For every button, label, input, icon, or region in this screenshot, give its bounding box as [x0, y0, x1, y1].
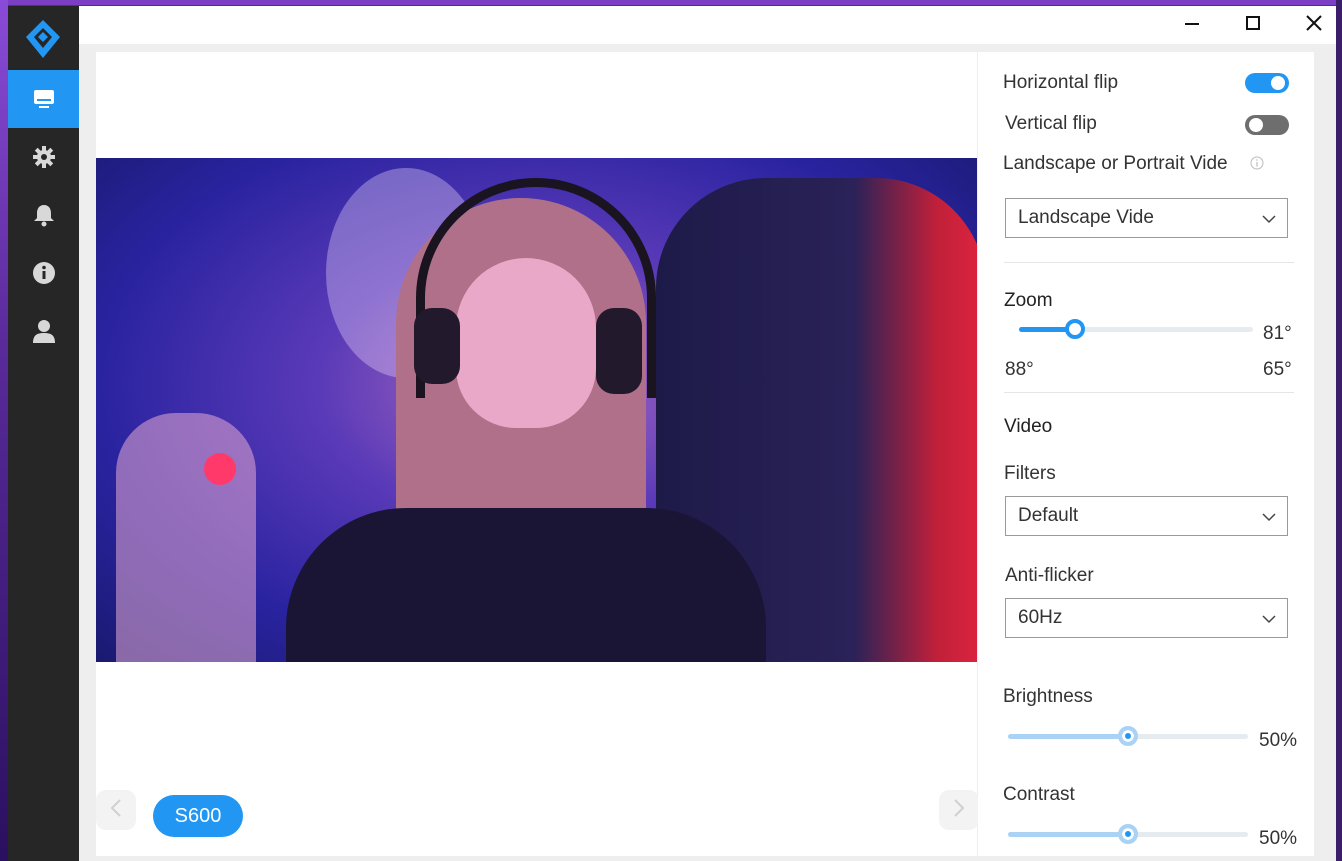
- filters-select-value: Default: [1018, 505, 1079, 526]
- minimize-button[interactable]: [1172, 10, 1212, 40]
- nav-item-notifications[interactable]: [8, 186, 79, 244]
- maximize-button[interactable]: [1233, 10, 1273, 40]
- brightness-label: Brightness: [1003, 686, 1093, 707]
- orientation-select-value: Landscape Vide: [1018, 207, 1154, 228]
- chevron-right-icon: [953, 798, 965, 823]
- title-bar: [79, 6, 1336, 44]
- previous-device-button[interactable]: [96, 790, 136, 830]
- vertical-flip-toggle[interactable]: [1245, 115, 1289, 135]
- settings-panel: Horizontal flip Vertical flip Landscape …: [978, 52, 1314, 856]
- chevron-down-icon: [1261, 611, 1277, 633]
- maximize-icon: [1245, 15, 1261, 36]
- nav-item-settings[interactable]: [8, 128, 79, 186]
- anti-flicker-select[interactable]: 60Hz: [1005, 598, 1288, 638]
- brightness-slider[interactable]: [1008, 724, 1248, 748]
- video-heading: Video: [1004, 416, 1053, 437]
- contrast-label: Contrast: [1003, 784, 1075, 805]
- nav-item-account[interactable]: [8, 302, 79, 360]
- nav-item-about[interactable]: [8, 244, 79, 302]
- toggle-knob: [1271, 76, 1285, 90]
- brightness-value: 50%: [1259, 730, 1298, 751]
- vertical-flip-label: Vertical flip: [1005, 113, 1097, 134]
- sidebar: [8, 6, 79, 861]
- anti-flicker-select-value: 60Hz: [1018, 607, 1063, 628]
- close-icon: [1305, 14, 1323, 37]
- orientation-label: Landscape or Portrait Vide: [1003, 153, 1228, 174]
- bell-icon: [33, 203, 55, 227]
- camera-video-feed: [96, 158, 977, 662]
- filters-label: Filters: [1004, 463, 1056, 484]
- gear-icon: [32, 145, 56, 169]
- zoom-slider[interactable]: [1019, 317, 1253, 341]
- orientation-select[interactable]: Landscape Vide: [1005, 198, 1288, 238]
- app-logo: [24, 18, 62, 60]
- user-icon: [32, 319, 56, 343]
- info-icon[interactable]: [1250, 156, 1264, 175]
- contrast-value: 50%: [1259, 828, 1298, 849]
- monitor-icon: [33, 89, 55, 109]
- zoom-value: 81°: [1263, 323, 1292, 344]
- next-device-button[interactable]: [939, 790, 979, 830]
- chevron-down-icon: [1261, 211, 1277, 233]
- info-icon: [32, 261, 56, 285]
- device-selector-chip[interactable]: S600: [153, 795, 243, 837]
- filters-select[interactable]: Default: [1005, 496, 1288, 536]
- horizontal-flip-toggle[interactable]: [1245, 73, 1289, 93]
- camera-preview-area: S600: [96, 52, 979, 856]
- minimize-icon: [1184, 15, 1200, 36]
- divider: [1004, 392, 1294, 393]
- nav-item-camera[interactable]: [8, 70, 79, 128]
- divider: [1004, 262, 1294, 263]
- zoom-max-label: 65°: [1263, 359, 1292, 380]
- app-window: S600 Horizontal flip Vertical flip Lands…: [79, 6, 1336, 861]
- chevron-left-icon: [110, 798, 122, 823]
- zoom-heading: Zoom: [1004, 290, 1053, 311]
- close-button[interactable]: [1294, 10, 1334, 40]
- anti-flicker-label: Anti-flicker: [1005, 565, 1094, 586]
- toggle-knob: [1249, 118, 1263, 132]
- horizontal-flip-label: Horizontal flip: [1003, 72, 1119, 93]
- chevron-down-icon: [1261, 509, 1277, 531]
- zoom-min-label: 88°: [1005, 359, 1034, 380]
- contrast-slider[interactable]: [1008, 822, 1248, 846]
